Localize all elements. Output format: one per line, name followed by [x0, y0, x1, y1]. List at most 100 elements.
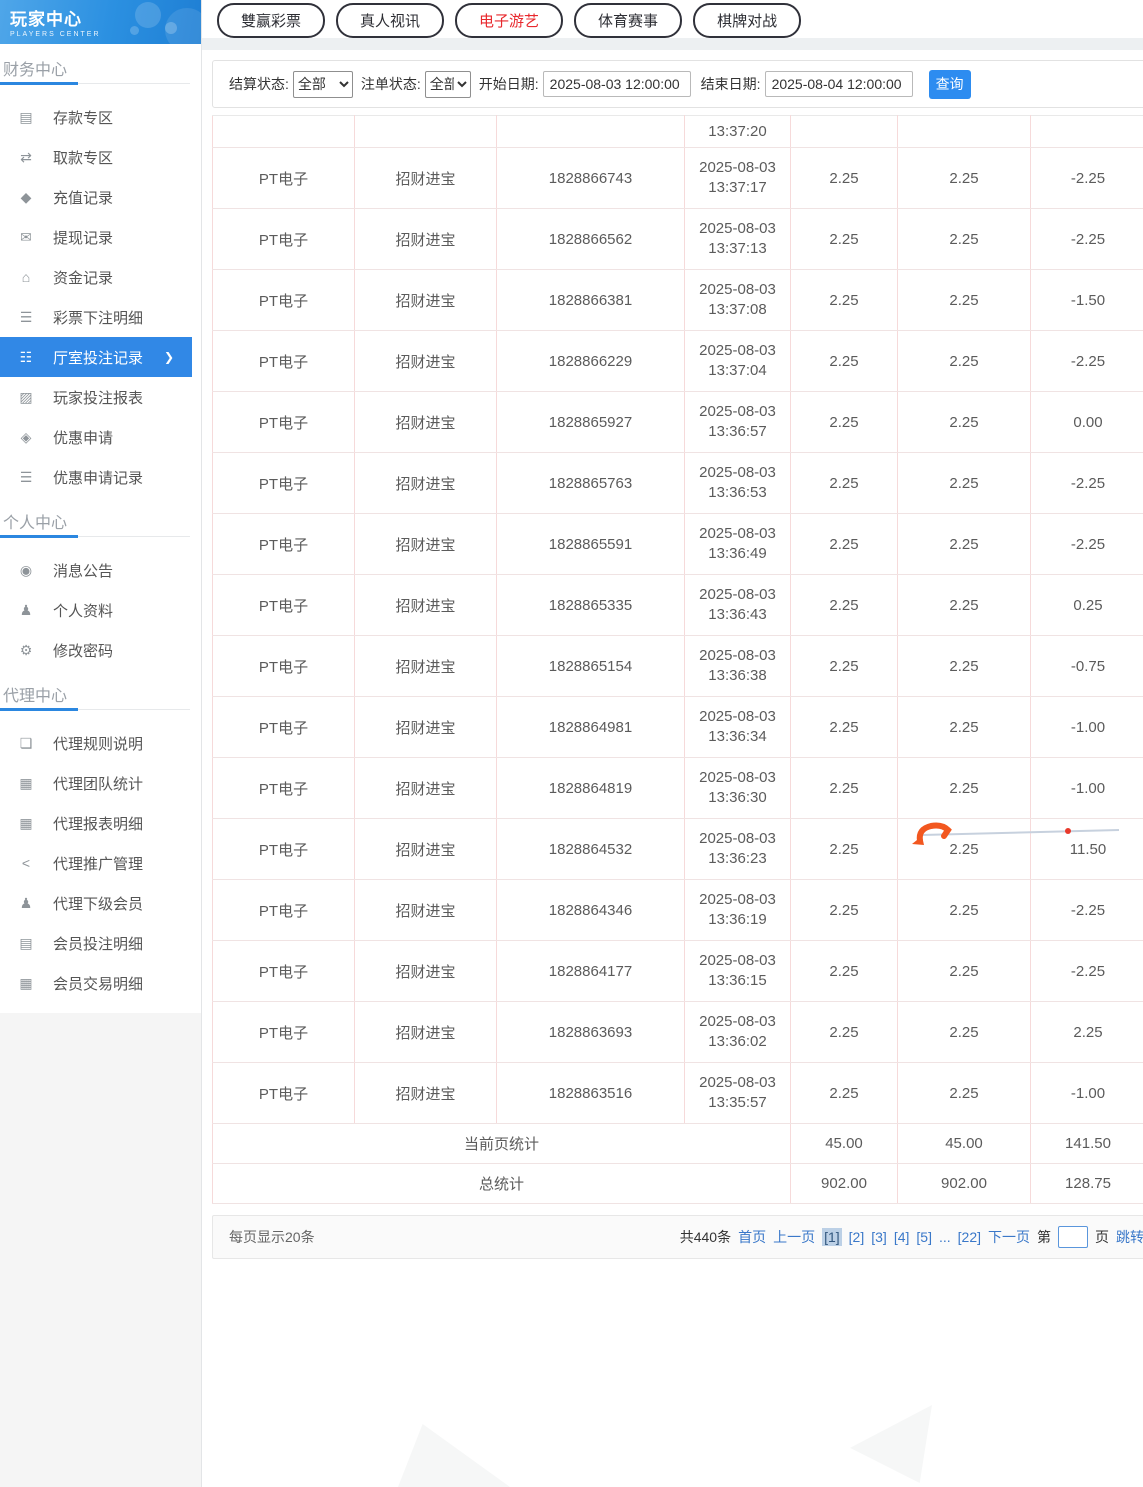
sidebar-item[interactable]: ▤会员投注明细 — [0, 923, 201, 963]
sidebar-item[interactable]: ⌂资金记录 — [0, 257, 201, 297]
cell-win-loss: -2.25 — [1031, 148, 1143, 209]
cell-game: 招财进宝 — [355, 270, 497, 331]
cell-win-loss: -1.50 — [1031, 270, 1143, 331]
sidebar-item-label: 玩家投注报表 — [53, 387, 143, 408]
player-bet-report-icon: ▨ — [16, 389, 36, 406]
cell-order-no: 1828863693 — [497, 1002, 685, 1063]
cell-bet-amount: 2.25 — [791, 941, 898, 1002]
cell-win-loss: -0.75 — [1031, 636, 1143, 697]
prev-page-link[interactable]: 上一页 — [773, 1227, 815, 1247]
cell-valid-bet: 2.25 — [898, 819, 1031, 880]
sidebar-item[interactable]: ☰彩票下注明细 — [0, 297, 201, 337]
sidebar-item[interactable]: ♟个人资料 — [0, 590, 201, 630]
cell-venue: PT电子 — [213, 270, 355, 331]
cell-venue: PT电子 — [213, 941, 355, 1002]
chevron-right-icon: ❯ — [164, 350, 174, 364]
sidebar-section-title: 代理中心 — [0, 670, 201, 708]
query-button[interactable]: 查询 — [929, 70, 971, 99]
game-category-tabs: 雙赢彩票真人视讯电子游艺体育赛事棋牌对战 — [202, 0, 1143, 38]
page-link[interactable]: [1] — [822, 1228, 842, 1246]
cell-order-no: 1828864532 — [497, 819, 685, 880]
table-row: PT电子招财进宝18288655912025-08-0313:36:492.25… — [213, 514, 1143, 575]
game-category-tab[interactable]: 电子游艺 — [455, 3, 563, 38]
cell-game: 招财进宝 — [355, 758, 497, 819]
cell-valid-bet: 2.25 — [898, 941, 1031, 1002]
sidebar-item[interactable]: ▤存款专区 — [0, 97, 201, 137]
cell-datetime: 2025-08-0313:35:57 — [685, 1063, 791, 1124]
last-page-link[interactable]: [22] — [958, 1229, 981, 1245]
table-row: PT电子招财进宝18288648192025-08-0313:36:302.25… — [213, 758, 1143, 819]
sidebar-item[interactable]: <代理推广管理 — [0, 843, 201, 883]
cell-order-no: 1828864346 — [497, 880, 685, 941]
summary-win-loss: 128.75 — [1031, 1164, 1143, 1204]
cell-datetime: 2025-08-0313:36:57 — [685, 392, 791, 453]
cell-win-loss: 0.00 — [1031, 392, 1143, 453]
table-row: PT电子招财进宝18288663812025-08-0313:37:082.25… — [213, 270, 1143, 331]
table-row: PT电子招财进宝18288641772025-08-0313:36:152.25… — [213, 941, 1143, 1002]
table-row-partial: 13:37:20 — [213, 116, 1143, 148]
first-page-link[interactable]: 首页 — [738, 1227, 766, 1247]
sidebar-item-label: 代理推广管理 — [53, 853, 143, 874]
page-link[interactable]: [2] — [849, 1229, 865, 1245]
cell-valid-bet: 2.25 — [898, 392, 1031, 453]
game-category-tab[interactable]: 体育赛事 — [574, 3, 682, 38]
sidebar-item[interactable]: ❏代理规则说明 — [0, 723, 201, 763]
sidebar-item[interactable]: ◆充值记录 — [0, 177, 201, 217]
cell-bet-amount: 2.25 — [791, 453, 898, 514]
next-page-link[interactable]: 下一页 — [988, 1227, 1030, 1247]
game-category-tab[interactable]: 真人视讯 — [336, 3, 444, 38]
sidebar-item[interactable]: ▦会员交易明细 — [0, 963, 201, 1003]
game-category-tab[interactable]: 棋牌对战 — [693, 3, 801, 38]
page-link[interactable]: [4] — [894, 1229, 910, 1245]
cell-game: 招财进宝 — [355, 453, 497, 514]
sidebar-item-label: 代理团队统计 — [53, 773, 143, 794]
cell-win-loss: -2.25 — [1031, 880, 1143, 941]
cell-venue: PT电子 — [213, 697, 355, 758]
cell-result — [1031, 116, 1143, 148]
cell-order-no: 1828865763 — [497, 453, 685, 514]
page-link[interactable]: [3] — [871, 1229, 887, 1245]
cell-bet-amount: 2.25 — [791, 1063, 898, 1124]
cell-order-no: 1828865591 — [497, 514, 685, 575]
sidebar-item[interactable]: ♟代理下级会员 — [0, 883, 201, 923]
bets-table: 13:37:20PT电子招财进宝18288667432025-08-0313:3… — [212, 115, 1143, 1204]
sidebar-item[interactable]: ✉提现记录 — [0, 217, 201, 257]
start-date-input[interactable] — [543, 71, 691, 97]
cell-bet-amount: 2.25 — [791, 209, 898, 270]
jump-page-input[interactable] — [1058, 1226, 1088, 1248]
table-row: PT电子招财进宝18288657632025-08-0313:36:532.25… — [213, 453, 1143, 514]
cell-bet-amount: 2.25 — [791, 1002, 898, 1063]
sidebar-item[interactable]: ☷厅室投注记录❯ — [0, 337, 192, 377]
pagination-controls: 共440条首页上一页[1][2][3][4][5]...[22]下一页第页跳转 — [680, 1226, 1143, 1248]
sidebar-item[interactable]: ▨ 玩家投注报表 — [0, 377, 201, 417]
cell-order-no: 1828864177 — [497, 941, 685, 1002]
game-category-tab[interactable]: 雙赢彩票 — [217, 3, 325, 38]
order-status-select[interactable]: 全部 — [425, 71, 471, 98]
cell-win-loss: -2.25 — [1031, 209, 1143, 270]
cell-valid-bet: 2.25 — [898, 331, 1031, 392]
cell-venue: PT电子 — [213, 148, 355, 209]
sidebar-item[interactable]: ☰优惠申请记录 — [0, 457, 201, 497]
page-link[interactable]: [5] — [916, 1229, 932, 1245]
section-rule — [0, 82, 190, 85]
jump-button[interactable]: 跳转 — [1116, 1227, 1143, 1247]
cell-valid-bet: 2.25 — [898, 209, 1031, 270]
main-content: 雙赢彩票真人视讯电子游艺体育赛事棋牌对战 结算状态: 全部 注单状态: 全部 开… — [202, 0, 1143, 1487]
sidebar-item[interactable]: ◉消息公告 — [0, 550, 201, 590]
sidebar: 玩家中心 PLAYERS CENTER 财务中心▤存款专区⇄取款专区◆充值记录✉… — [0, 0, 202, 1487]
cell-valid-bet: 2.25 — [898, 758, 1031, 819]
controller-decoration — [130, 26, 139, 35]
cell-win-loss: -2.25 — [1031, 941, 1143, 1002]
end-date-input[interactable] — [765, 71, 913, 97]
sidebar-item[interactable]: ◈优惠申请 — [0, 417, 201, 457]
settle-status-select[interactable]: 全部 — [293, 71, 353, 98]
cell-datetime: 2025-08-0313:36:34 — [685, 697, 791, 758]
cell-bet-amount: 2.25 — [791, 758, 898, 819]
sidebar-item[interactable]: ▦代理团队统计 — [0, 763, 201, 803]
sidebar-item[interactable]: ⚙修改密码 — [0, 630, 201, 670]
cell-datetime: 2025-08-0313:36:43 — [685, 575, 791, 636]
sidebar-item[interactable]: ⇄取款专区 — [0, 137, 201, 177]
cell-order-no: 1828866229 — [497, 331, 685, 392]
cell-order-no: 1828865335 — [497, 575, 685, 636]
sidebar-item[interactable]: ▦代理报表明细 — [0, 803, 201, 843]
